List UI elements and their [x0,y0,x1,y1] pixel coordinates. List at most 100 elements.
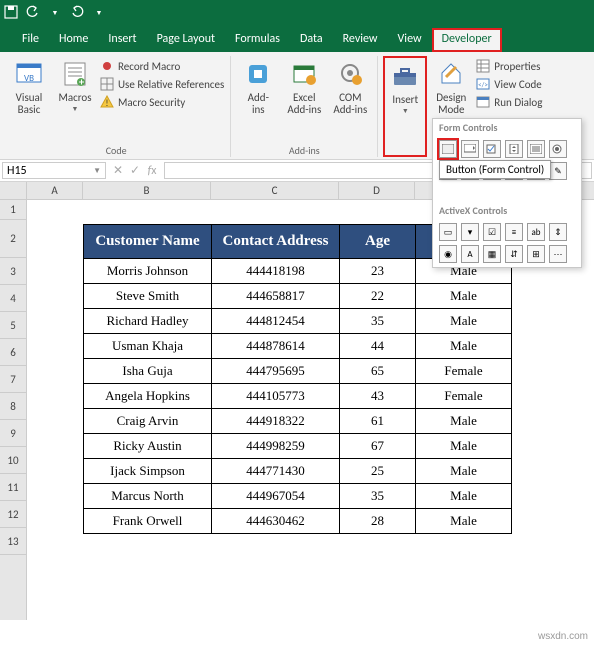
table-row[interactable]: Usman Khaja44487861444Male [84,334,512,359]
ax-spin-control[interactable]: ⇵ [505,245,523,263]
col-header-b[interactable]: B [83,182,211,199]
tab-data[interactable]: Data [290,28,333,52]
row-header-12[interactable]: 12 [0,501,26,528]
com-addins-button[interactable]: COM Add-ins [328,56,372,142]
insert-controls-button[interactable]: Insert ▼ [383,56,427,157]
table-cell[interactable]: 444658817 [212,284,340,309]
ax-image-control[interactable]: ▦ [483,245,501,263]
table-row[interactable]: Marcus North44496705435Male [84,484,512,509]
table-row[interactable]: Ricky Austin44499825967Male [84,434,512,459]
qat-customize-icon[interactable]: ▼ [92,5,106,19]
table-cell[interactable]: Male [416,309,512,334]
row-header-9[interactable]: 9 [0,420,26,447]
ax-label-control[interactable]: A [461,245,479,263]
view-code-button[interactable]: </>View Code [475,76,543,92]
tab-file[interactable]: File [12,28,49,52]
table-cell[interactable]: 444630462 [212,509,340,534]
row-header-11[interactable]: 11 [0,474,26,501]
form-option-control[interactable] [549,140,567,158]
table-cell[interactable]: 22 [340,284,416,309]
table-cell[interactable]: Marcus North [84,484,212,509]
form-edit-control[interactable]: ✎ [549,162,567,180]
table-cell[interactable]: Male [416,484,512,509]
ax-textbox-control[interactable]: ab [527,223,545,241]
table-cell[interactable]: Ijack Simpson [84,459,212,484]
run-dialog-button[interactable]: Run Dialog [475,94,543,110]
row-header-7[interactable]: 7 [0,366,26,393]
ax-scroll-control[interactable]: ⇕ [549,223,567,241]
table-cell[interactable]: 25 [340,459,416,484]
properties-button[interactable]: Properties [475,58,543,74]
tab-developer[interactable]: Developer [432,28,502,52]
macro-security-button[interactable]: !Macro Security [99,94,225,110]
table-row[interactable]: Frank Orwell44463046228Male [84,509,512,534]
tab-home[interactable]: Home [49,28,98,52]
table-cell[interactable]: 65 [340,359,416,384]
row-header-2[interactable]: 2 [0,220,26,258]
tab-formulas[interactable]: Formulas [225,28,290,52]
table-row[interactable]: Angela Hopkins44410577343Female [84,384,512,409]
table-row[interactable]: Richard Hadley44481245435Male [84,309,512,334]
table-cell[interactable]: Male [416,334,512,359]
table-cell[interactable]: Male [416,434,512,459]
ax-toggle-control[interactable]: ⊞ [527,245,545,263]
table-cell[interactable]: Ricky Austin [84,434,212,459]
excel-addins-button[interactable]: Excel Add-ins [282,56,326,142]
row-header-5[interactable]: 5 [0,312,26,339]
ax-option-control[interactable]: ◉ [439,245,457,263]
form-button-control[interactable] [439,140,457,158]
table-cell[interactable]: 444812454 [212,309,340,334]
table-cell[interactable]: 444967054 [212,484,340,509]
tab-insert[interactable]: Insert [98,28,146,52]
cancel-icon[interactable]: ✕ [110,163,126,178]
table-cell[interactable]: 44 [340,334,416,359]
table-cell[interactable]: 444878614 [212,334,340,359]
table-cell[interactable]: 67 [340,434,416,459]
table-cell[interactable]: 61 [340,409,416,434]
form-listbox-control[interactable] [527,140,545,158]
fx-icon[interactable]: fx [144,164,160,178]
undo-icon[interactable] [26,5,40,19]
addins-button[interactable]: Add- ins [236,56,280,142]
tab-review[interactable]: Review [333,28,388,52]
table-row[interactable]: Isha Guja44479569565Female [84,359,512,384]
ax-more-control[interactable]: ⋯ [549,245,567,263]
table-cell[interactable]: Female [416,384,512,409]
undo-dropdown-icon[interactable]: ▼ [48,5,62,19]
table-row[interactable]: Steve Smith44465881722Male [84,284,512,309]
ax-listbox-control[interactable]: ≡ [505,223,523,241]
ax-button-control[interactable]: ▭ [439,223,457,241]
col-header-a[interactable]: A [27,182,83,199]
enter-icon[interactable]: ✓ [127,163,143,178]
table-cell[interactable]: Craig Arvin [84,409,212,434]
row-header-4[interactable]: 4 [0,285,26,312]
table-cell[interactable]: 444918322 [212,409,340,434]
redo-icon[interactable] [70,5,84,19]
save-icon[interactable] [4,5,18,19]
table-header[interactable]: Contact Address [212,225,340,259]
row-header-10[interactable]: 10 [0,447,26,474]
table-cell[interactable]: Richard Hadley [84,309,212,334]
col-header-c[interactable]: C [211,182,339,199]
table-header[interactable]: Age [340,225,416,259]
col-header-d[interactable]: D [339,182,415,199]
relative-refs-button[interactable]: Use Relative References [99,76,225,92]
visual-basic-button[interactable]: VB Visual Basic [7,56,51,142]
table-cell[interactable]: Male [416,459,512,484]
ax-checkbox-control[interactable]: ☑ [483,223,501,241]
table-cell[interactable]: Frank Orwell [84,509,212,534]
table-header[interactable]: Customer Name [84,225,212,259]
table-row[interactable]: Craig Arvin44491832261Male [84,409,512,434]
table-cell[interactable]: Female [416,359,512,384]
ax-combo-control[interactable]: ▾ [461,223,479,241]
row-header-1[interactable]: 1 [0,200,26,220]
table-cell[interactable]: 43 [340,384,416,409]
table-cell[interactable]: 444771430 [212,459,340,484]
table-cell[interactable]: Usman Khaja [84,334,212,359]
table-cell[interactable]: 35 [340,484,416,509]
row-header-13[interactable]: 13 [0,528,26,555]
table-row[interactable]: Ijack Simpson44477143025Male [84,459,512,484]
table-cell[interactable]: 23 [340,259,416,284]
table-cell[interactable]: Isha Guja [84,359,212,384]
table-cell[interactable]: Angela Hopkins [84,384,212,409]
